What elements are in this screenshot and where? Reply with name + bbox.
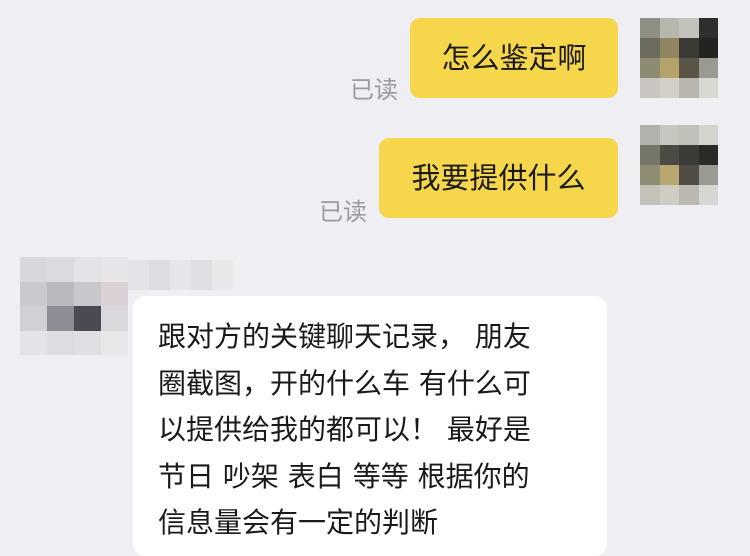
message-line: 圈截图，开的什么车 有什么可 [158, 366, 531, 400]
message-bubble[interactable]: 我要提供什么 [379, 138, 618, 218]
message-line: 跟对方的关键聊天记录， 朋友 [158, 320, 531, 353]
outgoing-message-2: 已读 我要提供什么 [0, 120, 750, 230]
contact-avatar-icon[interactable] [20, 257, 128, 355]
read-receipt: 已读 [319, 198, 367, 226]
outgoing-message-1: 已读 怎么鉴定啊 [0, 0, 750, 110]
message-line: 以提供给我的都可以！ 最好是 [158, 413, 531, 446]
message-line: 信息量会有一定的判断 [158, 506, 439, 539]
contact-name-blurred [128, 260, 233, 290]
incoming-message-bubble[interactable]: 跟对方的关键聊天记录， 朋友 圈截图，开的什么车 有什么可 以提供给我的都可以！… [133, 296, 607, 556]
message-bubble[interactable]: 怎么鉴定啊 [410, 18, 618, 98]
read-receipt: 已读 [350, 76, 398, 104]
self-avatar-icon[interactable] [640, 125, 718, 205]
message-line: 节日 吵架 表白 等等 根据你的 [158, 459, 530, 493]
self-avatar-icon[interactable] [640, 18, 718, 98]
